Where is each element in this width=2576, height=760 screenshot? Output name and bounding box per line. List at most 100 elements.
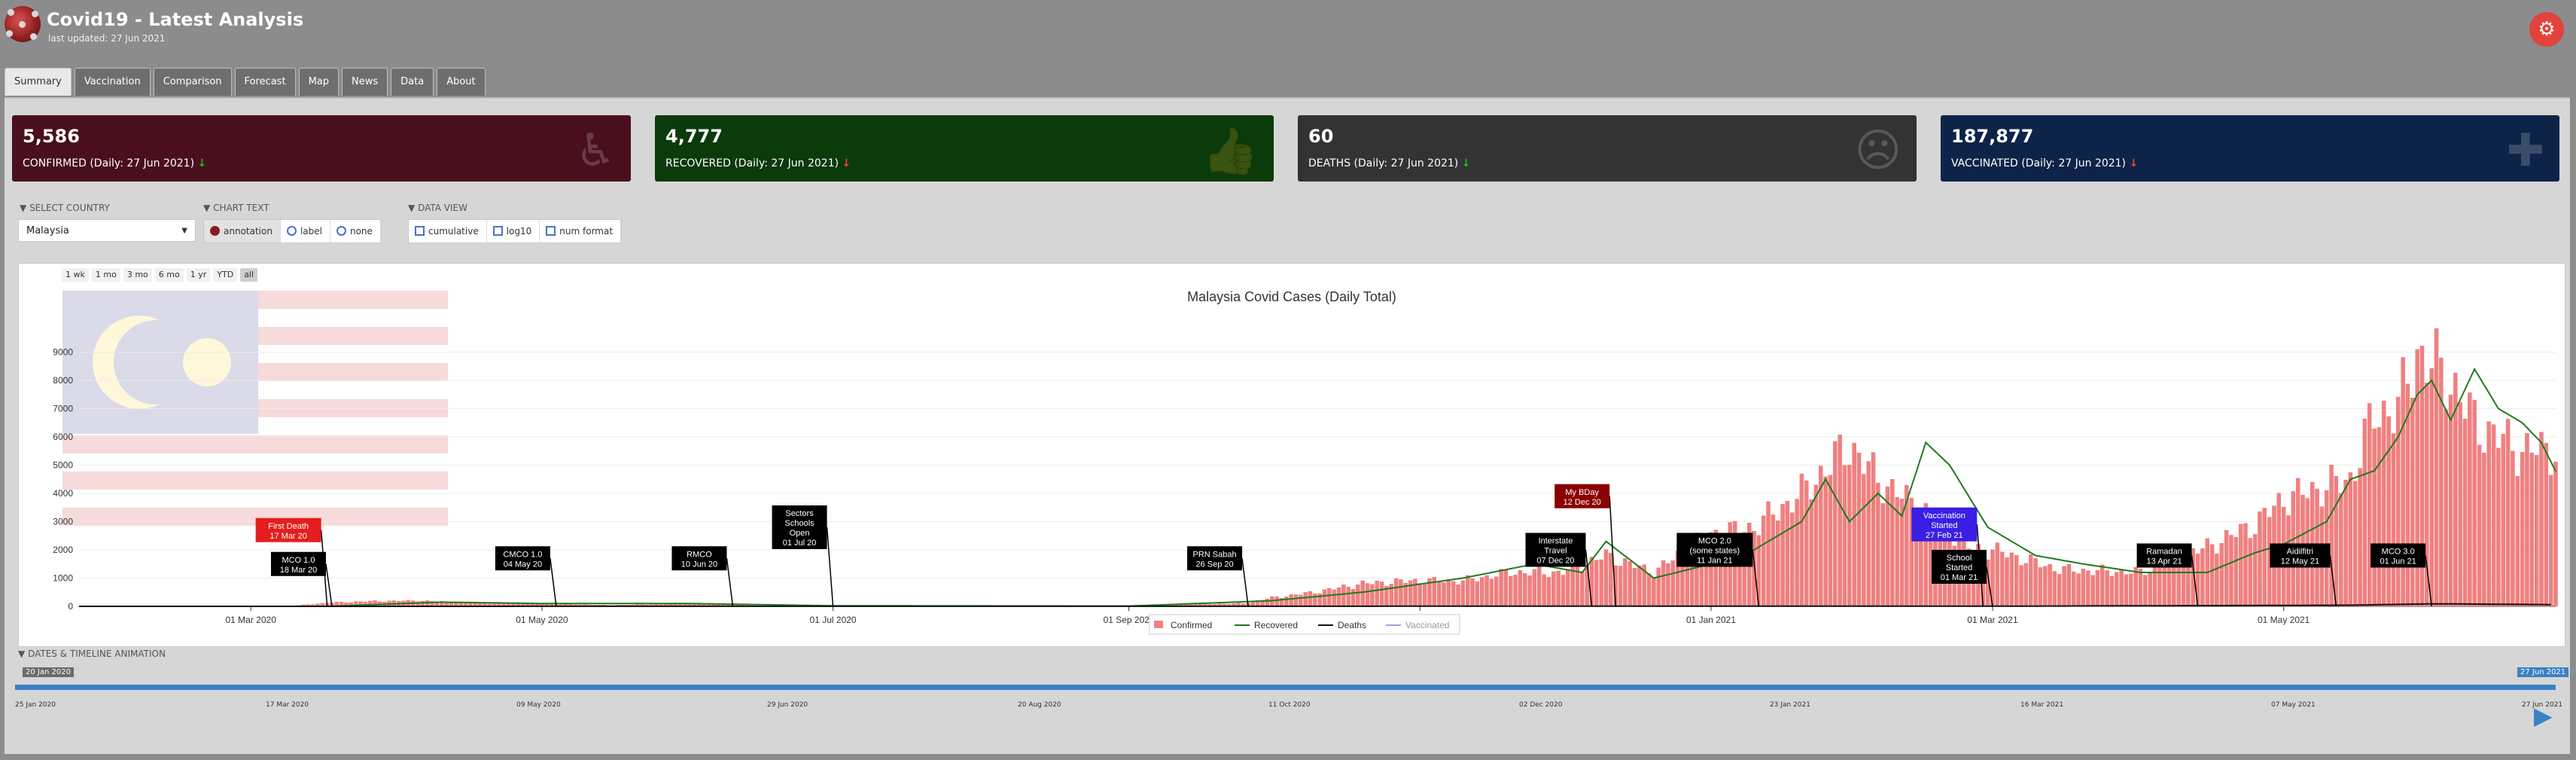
sad-face-icon: ☹ (1854, 124, 1902, 177)
confirmed-bar (2477, 444, 2482, 607)
confirmed-bar (2520, 452, 2525, 607)
tab-forecast[interactable]: Forecast (234, 68, 296, 96)
confirmed-bar (1532, 569, 1537, 607)
confirmed-bar (1537, 566, 1542, 607)
gear-icon[interactable]: ⚙ (2529, 12, 2564, 47)
confirmed-bar (1332, 589, 1336, 607)
confirmed-bar (2496, 447, 2501, 607)
confirmed-bar (1289, 594, 1293, 607)
legend-swatch (1154, 621, 1163, 628)
confirmed-bar (2119, 569, 2124, 607)
tab-news[interactable]: News (342, 68, 388, 96)
confirmed-bar (1303, 592, 1308, 607)
chart-card: 1 wk 1 mo 3 mo 6 mo 1 yr YTD all Malaysi… (18, 263, 2565, 647)
data-view-option-log10[interactable]: log10 (487, 220, 540, 243)
timeline-start-tag: 20 Jan 2020 (23, 667, 74, 677)
tab-vaccination[interactable]: Vaccination (74, 68, 151, 96)
confirmed-bar (1838, 435, 1842, 607)
chart-text-option-none[interactable]: none (330, 220, 381, 243)
timeline-slider[interactable] (15, 685, 2556, 690)
confirmed-bar (2548, 475, 2553, 607)
chart-text-option-annotation[interactable]: annotation (204, 220, 281, 243)
confirmed-bar (2458, 401, 2462, 607)
annotation-text: Interstate (1539, 537, 1573, 546)
timeline-tick-label: 02 Dec 2020 (1519, 701, 1563, 709)
confirmed-bar (1341, 584, 1346, 607)
annotation-text: 07 Dec 20 (1536, 557, 1574, 566)
filter-icon: ▼ (408, 203, 416, 213)
data-view-label: ▼ DATA VIEW (408, 203, 467, 213)
kpi-confirmed: 5,586 CONFIRMED (Daily: 27 Jun 2021) ↓ ♿ (12, 115, 631, 182)
chart-text-option-label[interactable]: label (281, 220, 330, 243)
timeline-label: ▼ DATES & TIMELINE ANIMATION (18, 649, 166, 659)
annotation-text: Vaccination (1923, 511, 1965, 520)
annotation-text: PRN Sabah (1193, 550, 1237, 559)
confirmed-bar (1761, 515, 1766, 607)
virus-icon (5, 6, 41, 42)
confirmed-bar (1365, 583, 1370, 607)
confirmed-bar (1442, 582, 1446, 607)
play-icon[interactable]: ▶ (2534, 701, 2553, 730)
confirmed-bar (1475, 581, 1480, 607)
confirmed-bar (1766, 501, 1771, 607)
annotation-text: 04 May 20 (504, 560, 542, 569)
confirmed-bar (1513, 575, 1518, 607)
confirmed-bar (2434, 328, 2439, 607)
timeline-tick-label: 07 May 2021 (2271, 701, 2316, 709)
data-view-option-cumulative[interactable]: cumulative (409, 220, 487, 243)
confirmed-bar (2129, 573, 2133, 607)
annotation-text: Started (1946, 563, 1972, 572)
kpi-vaccinated-label: VACCINATED (Daily: 27 Jun 2021) (1951, 157, 2126, 169)
tab-comparison[interactable]: Comparison (153, 68, 232, 96)
daily-cases-chart[interactable]: Malaysia Covid Cases (Daily Total) 0 1000… (19, 264, 2565, 646)
chart-text-options: annotation label none (203, 219, 382, 243)
data-view-options: cumulative log10 num format (408, 219, 623, 243)
tab-bar: Summary Vaccination Comparison Forecast … (5, 68, 489, 96)
confirmed-bar (1670, 560, 1675, 607)
confirmed-bar (1570, 562, 1575, 607)
chart-title: Malaysia Covid Cases (Daily Total) (1187, 289, 1396, 304)
arrow-down-icon: ↓ (842, 157, 851, 169)
confirmed-bar (2100, 564, 2105, 607)
data-view-option-num-format[interactable]: num format (540, 220, 622, 243)
x-tick-label: 01 Jan 2021 (1686, 615, 1736, 625)
timeline-tick-label: 16 Mar 2021 (2020, 701, 2064, 709)
annotation-text: Sectors (785, 509, 814, 518)
y-tick-label: 1000 (53, 573, 73, 584)
annotation-text: 01 Mar 21 (1941, 573, 1978, 582)
filter-icon: ▼ (20, 203, 27, 213)
annotation-text: First Death (268, 522, 309, 531)
confirmed-bar (1551, 571, 1556, 607)
filter-icon: ▼ (18, 649, 26, 659)
confirmed-bar (1542, 574, 1546, 607)
confirmed-bar (1527, 575, 1532, 607)
x-tick-label: 01 Mar 2021 (1967, 615, 2018, 625)
tab-summary[interactable]: Summary (5, 68, 72, 96)
y-tick-label: 8000 (53, 375, 73, 386)
annotation-text: Started (1931, 521, 1957, 530)
confirmed-bar (2505, 419, 2511, 607)
tab-about[interactable]: About (437, 68, 486, 96)
tab-data[interactable]: Data (391, 68, 434, 96)
filter-icon: ▼ (203, 203, 211, 213)
confirmed-bar (1489, 578, 1494, 607)
radio-icon (286, 226, 297, 236)
kpi-recovered-label: RECOVERED (Daily: 27 Jun 2021) (665, 157, 839, 169)
x-tick-label: 01 Sep 2020 (1104, 615, 1155, 625)
confirmed-bar (1876, 483, 1880, 607)
tab-map[interactable]: Map (298, 68, 339, 96)
annotation-text: 01 Jul 20 (783, 539, 817, 548)
confirmed-bar (1313, 594, 1317, 607)
confirmed-bar (1823, 476, 1828, 607)
confirmed-bar (2472, 399, 2477, 607)
kpi-recovered: 4,777 RECOVERED (Daily: 27 Jun 2021) ↓ 👍 (655, 115, 1274, 182)
country-select[interactable]: Malaysia ▼ (18, 219, 196, 242)
confirmed-bar (2539, 432, 2544, 607)
confirmed-bar (1771, 514, 1776, 607)
annotation-text: 11 Jan 21 (1697, 557, 1733, 566)
confirmed-bar (2200, 548, 2205, 607)
confirmed-bar (2148, 572, 2152, 607)
kpi-confirmed-value: 5,586 (23, 126, 80, 147)
confirmed-bar (2081, 569, 2086, 607)
confirmed-bar (1652, 578, 1656, 607)
